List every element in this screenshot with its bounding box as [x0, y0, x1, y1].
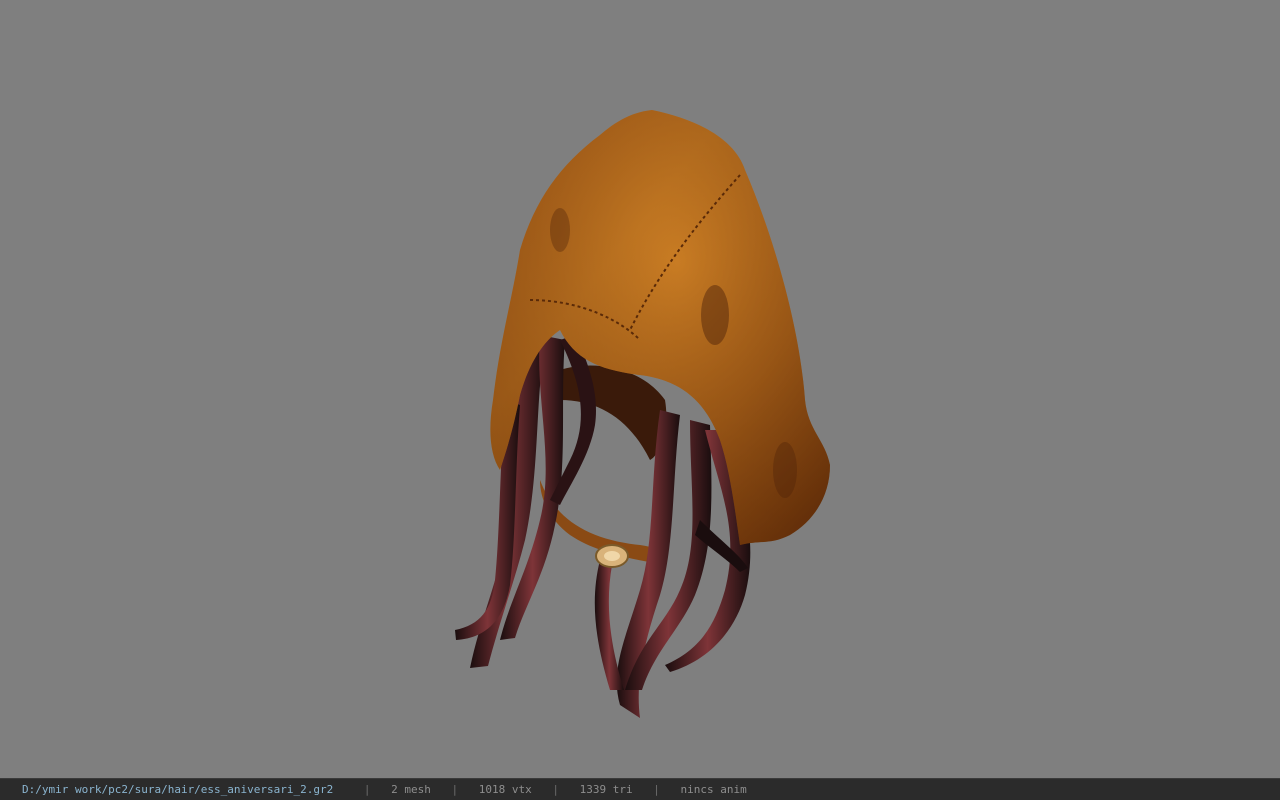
mesh-count: 2 mesh — [391, 783, 431, 796]
status-separator: | — [552, 783, 559, 796]
3d-viewport[interactable] — [0, 0, 1280, 778]
triangle-count: 1339 tri — [579, 783, 633, 796]
status-separator: | — [363, 783, 371, 796]
vertex-count: 1018 vtx — [478, 783, 532, 796]
animation-status: nincs anim — [680, 783, 747, 796]
status-separator: | — [653, 783, 660, 796]
status-bar: D:/ymir work/pc2/sura/hair/ess_aniversar… — [0, 778, 1280, 800]
file-path: D:/ymir work/pc2/sura/hair/ess_aniversar… — [22, 783, 334, 796]
status-separator: | — [451, 783, 459, 796]
hood-hair-model — [455, 110, 830, 718]
